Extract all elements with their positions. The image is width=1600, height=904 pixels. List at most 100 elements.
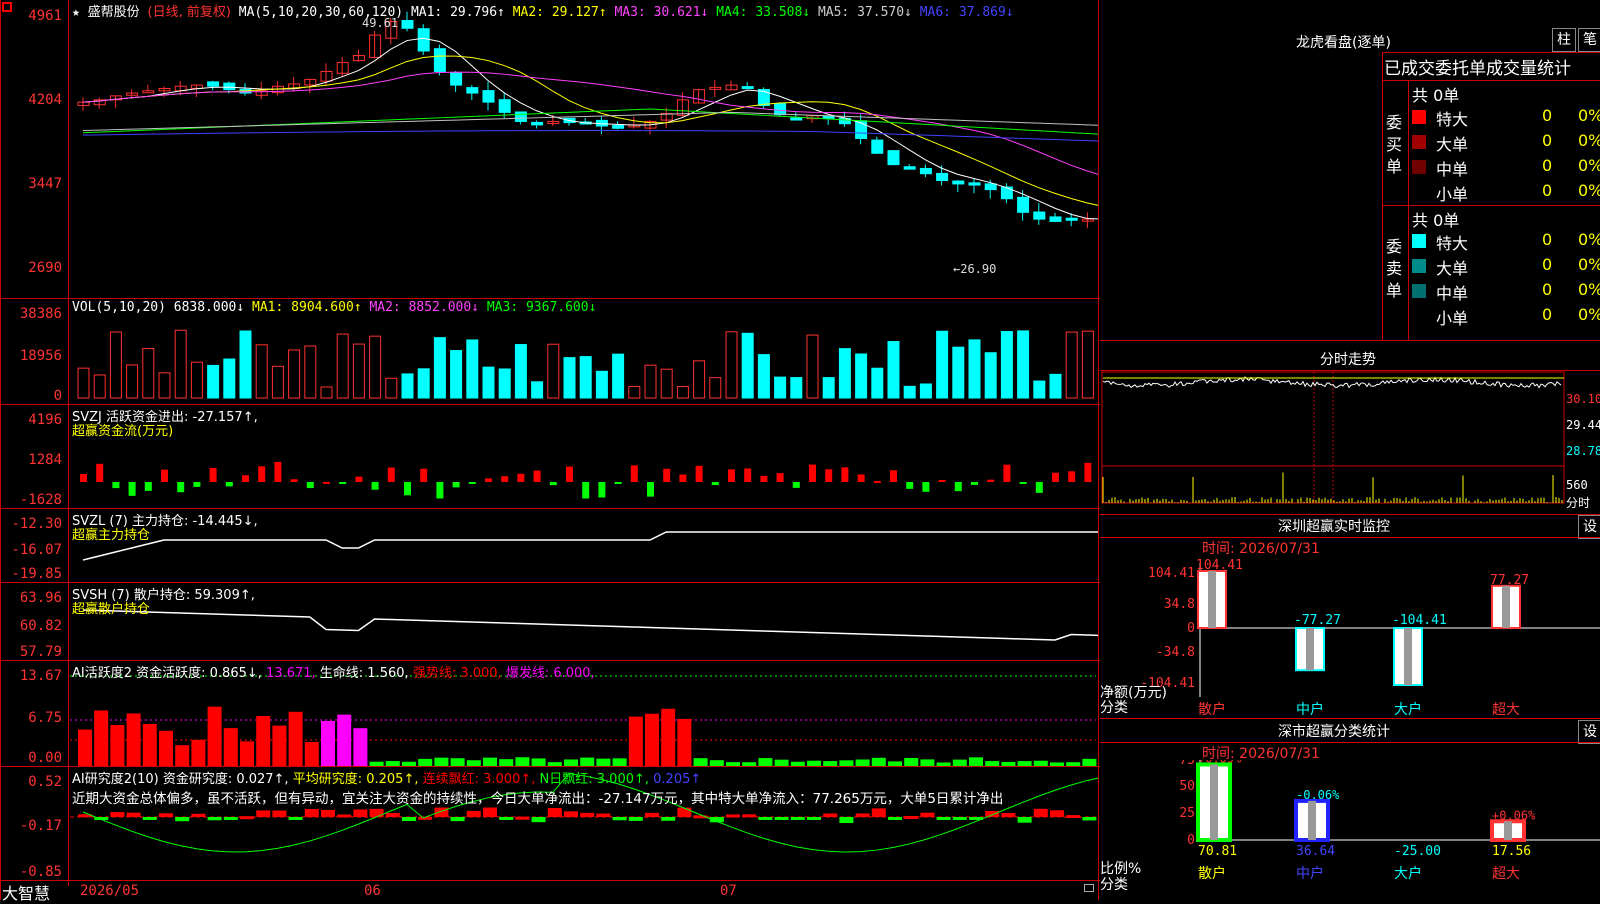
sz-monitor-settings-button[interactable]: 设 bbox=[1578, 515, 1600, 539]
buy-row-name: 小单 bbox=[1436, 185, 1469, 204]
research-bar bbox=[240, 816, 254, 820]
candle-body bbox=[903, 166, 916, 170]
ai-research-ndays-value: 0.205↑ bbox=[653, 772, 702, 787]
research-bar bbox=[774, 817, 789, 820]
ma5-value: MA5: 37.570↓ bbox=[817, 5, 912, 20]
volume-bar bbox=[466, 339, 479, 399]
ma4-value: MA4: 33.508↓ bbox=[716, 5, 811, 20]
volume-bar bbox=[936, 330, 949, 399]
fund-flow-bar bbox=[517, 473, 525, 482]
sell-total: 共 0单 bbox=[1412, 211, 1460, 230]
fund-flow-bar bbox=[323, 481, 330, 484]
fund-flow-bar bbox=[501, 476, 509, 482]
candle-body bbox=[968, 182, 981, 186]
research-bar bbox=[547, 808, 562, 817]
sz-class-axis-tick: 50 bbox=[1179, 779, 1195, 794]
volume-bar bbox=[417, 368, 430, 399]
research-bar bbox=[628, 817, 643, 821]
star-icon[interactable]: ★ bbox=[72, 5, 80, 20]
ma2-value: MA2: 29.127↑ bbox=[512, 5, 607, 20]
lock-icon[interactable] bbox=[1084, 884, 1094, 892]
sz-monitor-axis-tick: -34.8 bbox=[1156, 645, 1195, 660]
fund-flow-bar bbox=[890, 470, 897, 482]
fund-flow-bar bbox=[792, 482, 800, 488]
activity-bar bbox=[564, 759, 578, 766]
volume-bar bbox=[741, 332, 754, 399]
buy-row-name: 特大 bbox=[1436, 110, 1469, 129]
stock-chart-canvas[interactable] bbox=[0, 0, 1098, 900]
sz-monitor-bar-shade bbox=[1502, 585, 1510, 628]
sz-monitor-category: 中户 bbox=[1296, 701, 1324, 715]
sz-monitor-bar-label: -77.27 bbox=[1294, 613, 1341, 628]
x-label-may: 2026/05 bbox=[80, 883, 140, 899]
sell-row-count: 0 bbox=[1542, 280, 1553, 299]
candle-body bbox=[223, 82, 236, 91]
research-bar bbox=[677, 807, 692, 817]
activity-bar bbox=[321, 720, 335, 766]
activity-bar bbox=[628, 716, 643, 766]
research-bar bbox=[758, 817, 773, 820]
sz-monitor-bar-shade bbox=[1306, 628, 1314, 671]
fund-flow-bar bbox=[177, 482, 185, 493]
fund-flow-bar bbox=[161, 469, 168, 482]
activity-bar bbox=[126, 713, 141, 766]
fund-flow-bar bbox=[1052, 472, 1059, 482]
ma1-value: MA1: 29.796↑ bbox=[410, 5, 505, 20]
sell-row-color-swatch bbox=[1412, 284, 1426, 298]
tick-mode-button[interactable]: 笔 bbox=[1578, 28, 1600, 52]
sz-class-value-label: 36.64 bbox=[1296, 844, 1335, 859]
bar-mode-button[interactable]: 柱 bbox=[1552, 28, 1576, 52]
vol-value: 6838.000↓ bbox=[173, 300, 245, 315]
vol-ma3: MA3: 9367.600↓ bbox=[486, 300, 597, 315]
activity-bar bbox=[1066, 762, 1081, 766]
sz-class-category: 大户 bbox=[1394, 865, 1422, 882]
sz-monitor-title: 深圳超赢实时监控 bbox=[1278, 519, 1390, 535]
volume-bar bbox=[271, 365, 284, 399]
buy-row-count: 0 bbox=[1542, 131, 1553, 150]
ai-active-value: 13.671, bbox=[266, 666, 316, 681]
activity-bar bbox=[159, 730, 173, 766]
period-label[interactable]: (日线, 前复权) bbox=[148, 5, 231, 20]
volume-bar bbox=[660, 368, 673, 399]
fund-flow-bar bbox=[906, 482, 914, 489]
activity-bar bbox=[1001, 761, 1016, 766]
activity-bar bbox=[904, 757, 919, 766]
fund-flow-bar bbox=[339, 482, 347, 484]
fund-flow-bar bbox=[355, 476, 363, 482]
activity-bar bbox=[920, 759, 935, 766]
candle-body bbox=[952, 180, 965, 185]
intraday-price-line bbox=[1102, 376, 1562, 389]
fund-flow-bar bbox=[825, 469, 833, 482]
research-bar bbox=[337, 814, 352, 818]
buy-row-pct: 0% bbox=[1578, 181, 1600, 200]
sz-class-category: 散户 bbox=[1198, 865, 1226, 882]
ma6-value: MA6: 37.869↓ bbox=[919, 5, 1014, 20]
sz-class-xlabel: 分类 bbox=[1100, 877, 1128, 893]
research-bar bbox=[580, 812, 595, 817]
sell-row-color-swatch bbox=[1412, 234, 1426, 248]
research-bar bbox=[1082, 817, 1097, 821]
activity-bar bbox=[483, 757, 497, 766]
activity-bar bbox=[888, 761, 902, 766]
fund-flow-bar bbox=[776, 473, 784, 482]
volume-bar bbox=[968, 339, 981, 399]
fund-flow-bar bbox=[1068, 471, 1076, 482]
sz-class-axis-tick: 25 bbox=[1179, 806, 1195, 821]
intraday-chart[interactable] bbox=[1100, 370, 1600, 515]
brand-logo: 大智慧 bbox=[2, 884, 51, 903]
fund-flow-bar bbox=[193, 482, 201, 487]
buy-total: 共 0单 bbox=[1412, 86, 1460, 105]
volume-bar bbox=[790, 377, 803, 399]
vol-ma1: MA1: 8904.600↑ bbox=[252, 300, 362, 315]
ai-research-consecutive: 连续飘红: 3.000↑, bbox=[422, 772, 536, 787]
sz-class-bar-shade bbox=[1308, 800, 1316, 840]
sz-class-settings-button[interactable]: 设 bbox=[1578, 720, 1600, 744]
research-bar bbox=[402, 817, 416, 822]
activity-bar bbox=[758, 758, 773, 766]
ma6-line bbox=[82, 130, 1098, 142]
research-bar bbox=[904, 815, 919, 819]
research-bar bbox=[790, 817, 805, 820]
sz-class-bar-shade bbox=[1210, 764, 1218, 840]
activity-bar bbox=[304, 742, 319, 766]
research-bar bbox=[369, 808, 384, 817]
